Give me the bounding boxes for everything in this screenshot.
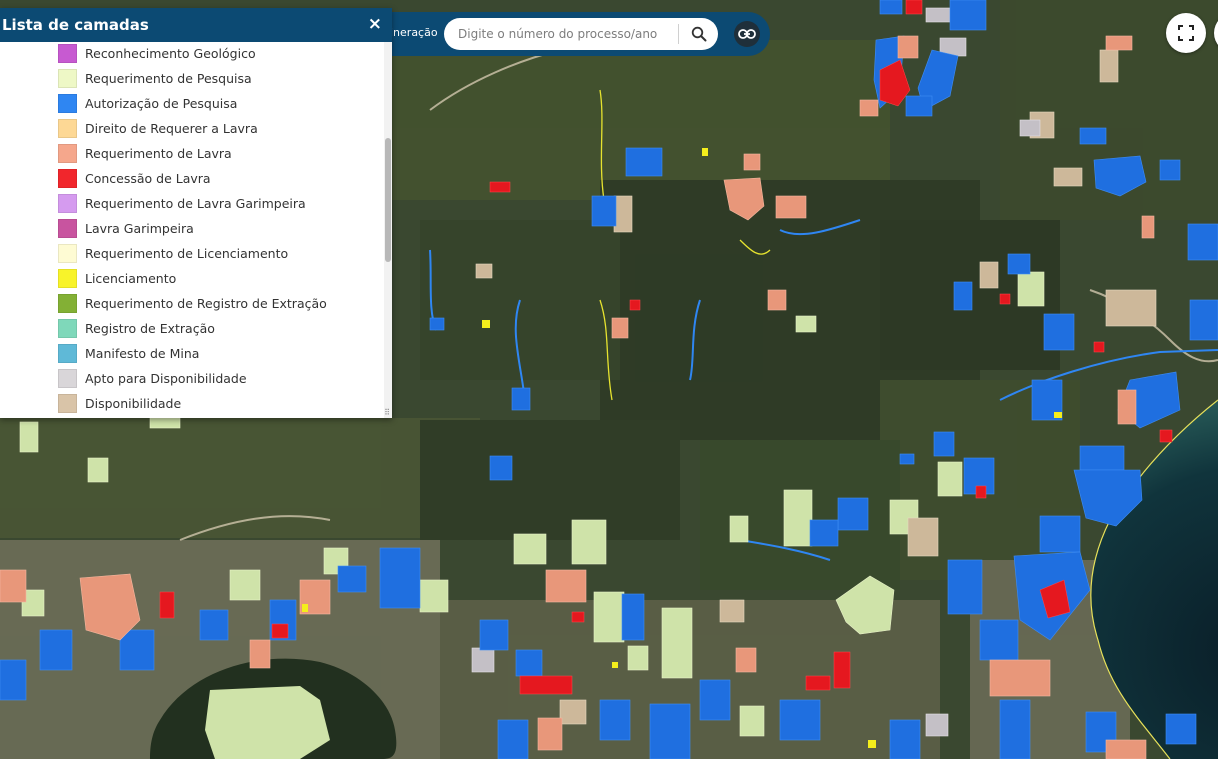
layer-label: Registro de Extração	[85, 321, 215, 336]
layer-color-swatch	[58, 319, 77, 338]
layer-color-swatch	[58, 219, 77, 238]
layer-item[interactable]: Requerimento de Licenciamento	[0, 242, 384, 267]
search-box	[444, 18, 718, 50]
layer-item[interactable]: Direito de Requerer a Lavra	[0, 117, 384, 142]
layer-color-swatch	[58, 69, 77, 88]
panel-scrollbar[interactable]	[384, 42, 392, 418]
close-icon[interactable]: ×	[368, 14, 382, 34]
layer-color-swatch	[58, 194, 77, 213]
layer-color-swatch	[58, 344, 77, 363]
panel-title: Lista de camadas	[2, 16, 149, 34]
link-icon	[738, 29, 756, 39]
share-link-button[interactable]	[734, 21, 760, 47]
layer-color-swatch	[58, 369, 77, 388]
layer-legend-list: Reconhecimento Geológico Requerimento de …	[0, 42, 384, 418]
layer-label: Lavra Garimpeira	[85, 221, 194, 236]
layer-color-swatch	[58, 169, 77, 188]
layer-item[interactable]: Requerimento de Pesquisa	[0, 67, 384, 92]
layer-item[interactable]: Autorização de Pesquisa	[0, 92, 384, 117]
layer-label: Requerimento de Lavra Garimpeira	[85, 196, 306, 211]
layer-label: Requerimento de Pesquisa	[85, 71, 252, 86]
layer-label: Apto para Disponibilidade	[85, 371, 247, 386]
layer-label: Requerimento de Registro de Extração	[85, 296, 327, 311]
search-button[interactable]	[686, 22, 712, 46]
search-bar-label: ineração	[390, 26, 438, 39]
layer-color-swatch	[58, 144, 77, 163]
layer-label: Requerimento de Lavra	[85, 146, 232, 161]
layer-color-swatch	[58, 94, 77, 113]
fullscreen-icon	[1178, 25, 1194, 41]
layer-color-swatch	[58, 44, 77, 63]
layer-label: Direito de Requerer a Lavra	[85, 121, 258, 136]
layer-label: Requerimento de Licenciamento	[85, 246, 289, 261]
layer-item[interactable]: Concessão de Lavra	[0, 167, 384, 192]
layer-item[interactable]: Lavra Garimpeira	[0, 217, 384, 242]
layer-label: Reconhecimento Geológico	[85, 46, 256, 61]
layer-label: Disponibilidade	[85, 396, 182, 411]
layer-item[interactable]: Registro de Extração	[0, 317, 384, 342]
fullscreen-button[interactable]	[1166, 13, 1206, 53]
layer-item[interactable]: Manifesto de Mina	[0, 342, 384, 367]
search-bar: ineração	[380, 12, 770, 56]
search-divider	[678, 24, 679, 44]
layer-item[interactable]: Requerimento de Registro de Extração	[0, 292, 384, 317]
process-search-input[interactable]	[458, 24, 668, 44]
panel-header: Lista de camadas ×	[0, 8, 392, 42]
layer-color-swatch	[58, 244, 77, 263]
layer-item[interactable]: Licenciamento	[0, 267, 384, 292]
layer-list-panel: Lista de camadas × Reconhecimento Geológ…	[0, 8, 392, 418]
layer-item[interactable]: Reconhecimento Geológico	[0, 42, 384, 67]
layer-label: Licenciamento	[85, 271, 177, 286]
layer-color-swatch	[58, 394, 77, 413]
panel-scrollbar-thumb[interactable]	[385, 138, 391, 262]
layer-item[interactable]: Requerimento de Lavra Garimpeira	[0, 192, 384, 217]
bay-island-research-request	[205, 686, 330, 759]
layer-label: Autorização de Pesquisa	[85, 96, 238, 111]
resize-handle-icon[interactable]: ⠿	[384, 408, 390, 417]
layer-label: Concessão de Lavra	[85, 171, 211, 186]
layer-color-swatch	[58, 119, 77, 138]
search-icon	[691, 26, 707, 42]
layer-label: Manifesto de Mina	[85, 346, 200, 361]
layer-color-swatch	[58, 269, 77, 288]
layer-item[interactable]: Disponibilidade	[0, 392, 384, 417]
layer-color-swatch	[58, 294, 77, 313]
layer-item[interactable]: Apto para Disponibilidade	[0, 367, 384, 392]
layer-item[interactable]: Requerimento de Lavra	[0, 142, 384, 167]
